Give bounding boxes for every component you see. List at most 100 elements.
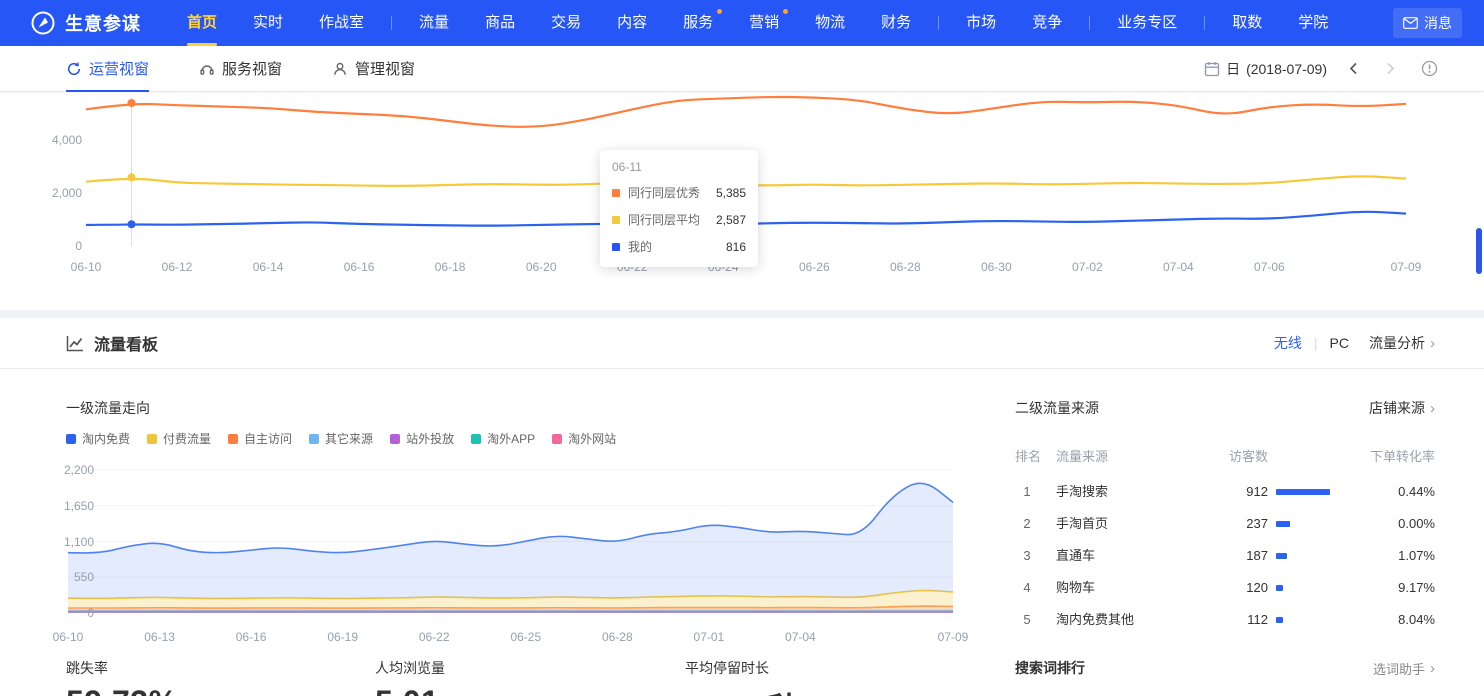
tooltip-series-value: 816 — [726, 240, 746, 254]
traffic-board-controls: 无线 | PC 流量分析 › — [1274, 333, 1435, 353]
toggle-pc[interactable]: PC — [1330, 335, 1349, 351]
x-tick-label: 06-16 — [344, 260, 375, 274]
y-tick-label: 0 — [28, 239, 82, 253]
traffic-source-row[interactable]: 1 手淘搜索 912 0.44% — [1015, 476, 1435, 508]
chart-tooltip: 06-11 同行同层优秀 5,385 同行同层平均 2,587 我的 816 — [600, 150, 758, 267]
date-controls: 日 (2018-07-09) — [1204, 59, 1438, 79]
refresh-icon — [66, 61, 82, 77]
legend-swatch — [66, 434, 76, 444]
nav-item-marketing[interactable]: 营销 — [731, 0, 797, 46]
line-chart-icon — [66, 335, 84, 352]
nav-item-traffic[interactable]: 流量 — [401, 0, 467, 46]
nav-item-realtime[interactable]: 实时 — [235, 0, 301, 46]
legend-item[interactable]: 淘外APP — [471, 430, 535, 447]
alert-info-icon[interactable] — [1421, 60, 1438, 77]
y-tick-label: 4,000 — [28, 133, 82, 147]
next-date-button[interactable] — [1386, 62, 1395, 75]
nav-separator — [1204, 16, 1205, 30]
divider — [0, 368, 1484, 369]
industry-trend-chart-card: 02,0004,000 06-1006-1206-1406-1606-1806-… — [0, 92, 1484, 310]
x-tick-label: 07-04 — [785, 630, 816, 644]
legend-item[interactable]: 其它来源 — [309, 430, 373, 447]
x-tick-label: 06-12 — [162, 260, 193, 274]
nav-item-competition[interactable]: 竞争 — [1014, 0, 1080, 46]
visitors-bar — [1276, 521, 1290, 527]
tooltip-swatch — [612, 189, 620, 197]
traffic-source-row[interactable]: 4 购物车 120 9.17% — [1015, 572, 1435, 604]
nav-item-content[interactable]: 内容 — [599, 0, 665, 46]
legend-item[interactable]: 自主访问 — [228, 430, 292, 447]
traffic-source-row[interactable]: 5 淘内免费其他 112 8.04% — [1015, 604, 1435, 636]
x-tick-label: 06-16 — [236, 630, 267, 644]
nav-item-transactions[interactable]: 交易 — [533, 0, 599, 46]
notification-dot — [783, 9, 788, 14]
legend-swatch — [552, 434, 562, 444]
traffic-legend: 淘内免费 付费流量 自主访问 其它来源 站外投放 淘外APP 淘外网站 — [66, 430, 616, 447]
chevron-right-icon: › — [1430, 335, 1435, 352]
legend-item[interactable]: 付费流量 — [147, 430, 211, 447]
legend-swatch — [228, 434, 238, 444]
mail-icon — [1403, 17, 1418, 29]
second-level-source-title: 二级流量来源 — [1015, 398, 1099, 418]
legend-item[interactable]: 站外投放 — [390, 430, 454, 447]
x-tick-label: 07-02 — [1072, 260, 1103, 274]
scrollbar-thumb[interactable] — [1476, 228, 1482, 274]
person-icon — [332, 61, 348, 77]
tooltip-series-value: 5,385 — [716, 186, 746, 200]
notification-dot — [717, 9, 722, 14]
x-tick-label: 06-30 — [981, 260, 1012, 274]
tab-service-view[interactable]: 服务视窗 — [199, 46, 282, 92]
compass-logo-icon — [30, 10, 56, 36]
messages-button[interactable]: 消息 — [1393, 8, 1462, 38]
tooltip-series-label: 同行同层平均 — [628, 211, 700, 228]
stat-bounce-rate: 跳失率 59.73% — [66, 658, 178, 696]
tooltip-date: 06-11 — [612, 160, 746, 174]
nav-item-services[interactable]: 服务 — [665, 0, 731, 46]
tab-label: 管理视窗 — [355, 58, 415, 79]
word-helper-link[interactable]: 选词助手 › — [1373, 659, 1435, 678]
x-tick-label: 06-19 — [327, 630, 358, 644]
brand[interactable]: 生意参谋 — [30, 10, 141, 36]
nav-item-market[interactable]: 市场 — [948, 0, 1014, 46]
traffic-board-card: 流量看板 无线 | PC 流量分析 › 一级流量走向 淘内免费 付费流量 自主访… — [0, 318, 1484, 696]
nav-item-products[interactable]: 商品 — [467, 0, 533, 46]
shop-source-link[interactable]: 店铺来源 › — [1369, 398, 1435, 418]
traffic-source-row[interactable]: 3 直通车 187 1.07% — [1015, 540, 1435, 572]
x-tick-label: 06-10 — [71, 260, 102, 274]
nav-item-finance[interactable]: 财务 — [863, 0, 929, 46]
x-tick-label: 06-13 — [144, 630, 175, 644]
headset-icon — [199, 61, 215, 77]
traffic-board-header: 流量看板 无线 | PC 流量分析 › — [0, 318, 1484, 368]
nav-item-business-zone[interactable]: 业务专区 — [1099, 0, 1195, 46]
prev-date-button[interactable] — [1349, 62, 1358, 75]
top-nav: 生意参谋 首页 实时 作战室 流量 商品 交易 内容 服务 营销 物流 财务 市… — [0, 0, 1484, 46]
calendar-icon[interactable] — [1204, 61, 1220, 77]
traffic-source-row[interactable]: 2 手淘首页 237 0.00% — [1015, 508, 1435, 540]
brand-name: 生意参谋 — [65, 10, 141, 36]
traffic-analysis-link[interactable]: 流量分析 › — [1369, 333, 1435, 353]
nav-item-logistics[interactable]: 物流 — [797, 0, 863, 46]
chevron-right-icon: › — [1430, 400, 1435, 417]
date-granularity[interactable]: 日 — [1226, 59, 1240, 79]
x-tick-label: 06-18 — [435, 260, 466, 274]
legend-item[interactable]: 淘外网站 — [552, 430, 616, 447]
chevron-right-icon: › — [1430, 660, 1435, 677]
x-tick-label: 06-22 — [419, 630, 450, 644]
tooltip-swatch — [612, 243, 620, 251]
x-tick-label: 07-01 — [694, 630, 725, 644]
view-tabs-bar: 运营视窗 服务视窗 管理视窗 日 (2018-07-09) — [0, 46, 1484, 92]
tab-operations-view[interactable]: 运营视窗 — [66, 46, 149, 92]
visitors-bar — [1276, 553, 1287, 559]
visitors-bar — [1276, 585, 1283, 591]
traffic-area-chart[interactable] — [68, 465, 958, 617]
nav-item-data-extract[interactable]: 取数 — [1214, 0, 1280, 46]
legend-item[interactable]: 淘内免费 — [66, 430, 130, 447]
y-tick-label: 1,650 — [40, 499, 94, 513]
nav-item-war-room[interactable]: 作战室 — [301, 0, 382, 46]
nav-item-academy[interactable]: 学院 — [1280, 0, 1346, 46]
tab-management-view[interactable]: 管理视窗 — [332, 46, 415, 92]
date-value[interactable]: (2018-07-09) — [1246, 61, 1327, 77]
nav-item-home[interactable]: 首页 — [169, 0, 235, 46]
messages-label: 消息 — [1424, 13, 1452, 33]
toggle-wireless[interactable]: 无线 — [1274, 333, 1302, 353]
